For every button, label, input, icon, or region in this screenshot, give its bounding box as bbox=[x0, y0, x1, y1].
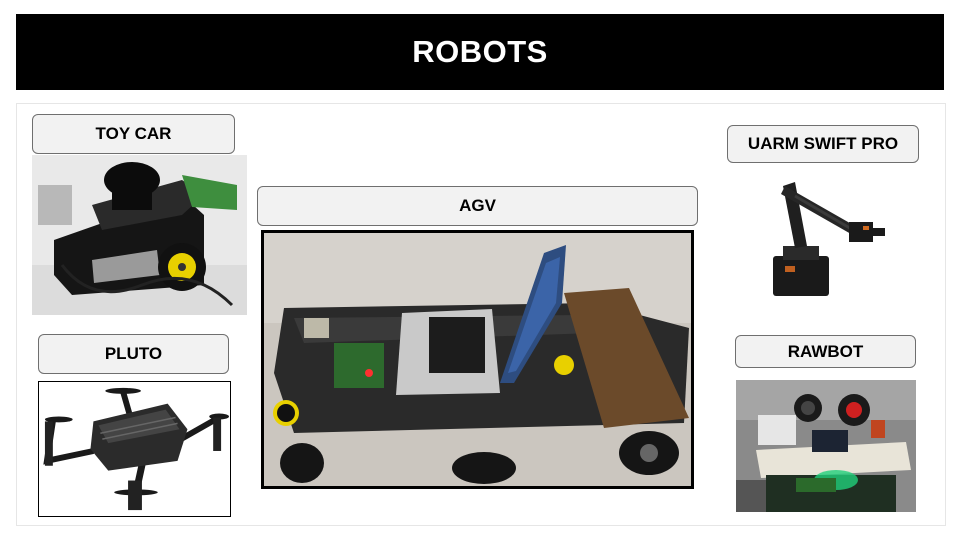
pluto-label: PLUTO bbox=[38, 334, 229, 374]
slide-title-bar: ROBOTS bbox=[16, 14, 944, 90]
agv-label-text: AGV bbox=[459, 196, 496, 215]
agv-photo bbox=[261, 230, 694, 489]
uarm-robot-arm-image bbox=[765, 176, 895, 298]
rawbot-label-text: RAWBOT bbox=[787, 341, 864, 361]
agv-label: AGV bbox=[257, 186, 698, 226]
pluto-label-text: PLUTO bbox=[104, 344, 163, 363]
pluto-drone-image bbox=[38, 381, 231, 517]
slide-title: ROBOTS bbox=[412, 34, 548, 69]
toy-car-photo bbox=[32, 155, 247, 315]
rawbot-label: RAWBOT bbox=[735, 335, 916, 368]
toy-car-label: TOY CAR bbox=[32, 114, 235, 154]
toy-car-label-text: TOY CAR bbox=[95, 124, 172, 143]
uarm-label: UARM SWIFT PRO bbox=[727, 125, 919, 163]
rawbot-photo bbox=[736, 380, 916, 512]
uarm-label-text: UARM SWIFT PRO bbox=[747, 134, 899, 153]
